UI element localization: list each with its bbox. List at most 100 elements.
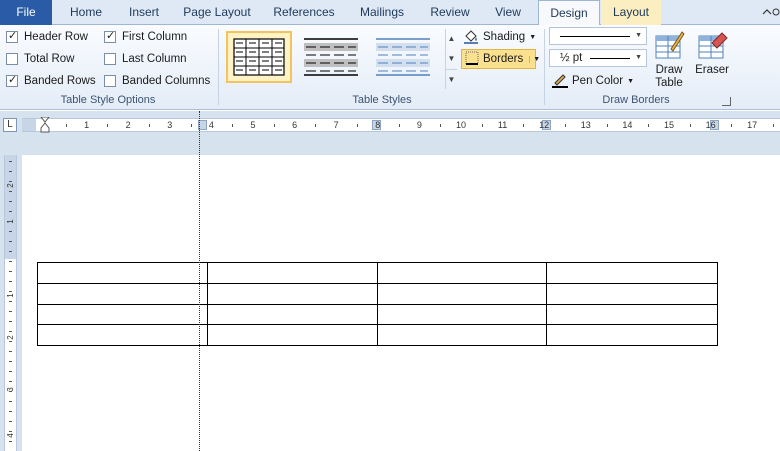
- tab-design[interactable]: Design: [538, 0, 600, 26]
- tab-review[interactable]: Review: [424, 0, 476, 25]
- table-cell[interactable]: [376, 324, 548, 346]
- chevron-down-icon: ▼: [529, 33, 537, 41]
- table-cell[interactable]: [37, 303, 208, 326]
- table-cell[interactable]: [376, 282, 548, 305]
- table-cell[interactable]: [546, 303, 718, 326]
- banded-columns-checkbox[interactable]: Banded Columns: [104, 72, 210, 90]
- vertical-ruler[interactable]: 211234: [4, 155, 17, 451]
- gallery-up-arrow-icon[interactable]: ▲: [446, 29, 457, 49]
- dialog-launcher-icon[interactable]: [722, 97, 731, 106]
- line-style-preview: [560, 35, 630, 37]
- ruler-number: 13: [580, 120, 591, 130]
- ruler-tick: [9, 251, 12, 252]
- ruler-tick: [9, 211, 12, 212]
- ruler-tick: [689, 124, 691, 127]
- table-cell[interactable]: [37, 282, 208, 305]
- line-weight-preview: [590, 57, 631, 59]
- banded-rows-checkbox[interactable]: Banded Rows: [6, 72, 96, 90]
- table-cell[interactable]: [376, 262, 548, 284]
- ruler-tick: [9, 391, 12, 392]
- ruler-tick: [9, 281, 12, 282]
- checkbox-icon: [104, 53, 116, 65]
- pen-color-button[interactable]: Pen Color ▼: [552, 71, 634, 91]
- ruler-number: 8: [375, 120, 381, 130]
- ruler-number: 1: [84, 120, 90, 130]
- table-cell[interactable]: [206, 324, 378, 346]
- tab-insert[interactable]: Insert: [118, 0, 170, 25]
- ruler-tick: [273, 124, 275, 127]
- chevron-down-icon: ▼: [635, 32, 642, 39]
- ruler-tick: [190, 124, 192, 127]
- indent-marker-icon[interactable]: [39, 116, 51, 133]
- table-cell[interactable]: [546, 324, 718, 346]
- eraser-icon: [696, 29, 728, 61]
- banded-rows-label: Banded Rows: [24, 75, 96, 87]
- ruler-tick: [9, 241, 12, 242]
- table-style-plain[interactable]: [300, 31, 366, 83]
- table-cell[interactable]: [206, 282, 378, 305]
- ribbon: Header Row Total Row Banded Rows First C…: [0, 25, 780, 110]
- table-cell[interactable]: [37, 262, 208, 284]
- tab-references[interactable]: References: [268, 0, 340, 25]
- left-margin-shade: [22, 119, 36, 131]
- ruler-tick: [9, 411, 12, 412]
- last-column-label: Last Column: [122, 53, 187, 65]
- line-weight-select[interactable]: ½ pt ▼: [549, 49, 647, 67]
- tab-home[interactable]: Home: [60, 0, 112, 25]
- eraser-label: Eraser: [695, 64, 729, 76]
- ruler-tick: [9, 271, 12, 272]
- tab-page-layout[interactable]: Page Layout: [178, 0, 256, 25]
- ruler-number: 2: [125, 120, 131, 130]
- eraser-button[interactable]: Eraser: [690, 29, 734, 91]
- ruler-tick: [9, 301, 12, 302]
- tab-view[interactable]: View: [486, 0, 530, 25]
- ruler-tick: [9, 201, 12, 202]
- chevron-down-icon[interactable]: ▼: [529, 55, 540, 63]
- ruler-tick: [9, 431, 12, 432]
- line-style-select[interactable]: ▼: [549, 27, 647, 45]
- table-row: [37, 303, 718, 326]
- last-column-checkbox[interactable]: Last Column: [104, 50, 187, 68]
- ruler-tick: [9, 221, 12, 222]
- tab-layout[interactable]: Layout: [601, 0, 661, 25]
- table-cell[interactable]: [546, 282, 718, 305]
- ruler-tick: [481, 124, 483, 127]
- total-row-checkbox[interactable]: Total Row: [6, 50, 75, 68]
- table-style-light-blue[interactable]: [372, 31, 438, 83]
- ruler-number: 11: [497, 120, 508, 130]
- table-cell[interactable]: [376, 303, 548, 326]
- chevron-down-icon: ▼: [635, 54, 642, 61]
- ruler-tick: [398, 124, 400, 127]
- table-cell[interactable]: [206, 262, 378, 284]
- gallery-down-arrow-icon[interactable]: ▼: [446, 49, 457, 69]
- shading-button[interactable]: Shading ▼: [463, 27, 536, 47]
- tab-mailings[interactable]: Mailings: [350, 0, 414, 25]
- total-row-label: Total Row: [24, 53, 75, 65]
- tab-selector-icon[interactable]: L: [3, 118, 17, 132]
- table-cell[interactable]: [206, 303, 378, 326]
- ruler-number: 9: [416, 120, 422, 130]
- ruler-tick: [9, 231, 12, 232]
- ruler-number: 17: [747, 120, 758, 130]
- ruler-number: 3: [6, 387, 15, 392]
- ruler-tick: [149, 124, 150, 127]
- horizontal-ruler[interactable]: 1 2 3 4 5 6 7 8 9 10 11 12 13 14 15 16 17: [22, 116, 780, 133]
- ruler-number: 4: [208, 120, 214, 130]
- document-table[interactable]: [37, 262, 718, 346]
- ruler-tick: [9, 321, 12, 322]
- draw-table-button[interactable]: Draw Table: [647, 29, 691, 91]
- borders-button[interactable]: Borders ▼: [461, 49, 540, 69]
- chevron-down-icon: ▼: [627, 77, 635, 85]
- header-row-checkbox[interactable]: Header Row: [6, 28, 88, 46]
- table-cell[interactable]: [37, 324, 208, 346]
- table-cell[interactable]: [546, 262, 718, 284]
- ruler-tick: [440, 124, 442, 127]
- tab-file[interactable]: File: [0, 0, 52, 25]
- ruler-tick: [565, 124, 566, 127]
- first-column-checkbox[interactable]: First Column: [104, 28, 187, 46]
- table-style-grid[interactable]: [226, 31, 292, 83]
- minimize-ribbon-icon[interactable]: [760, 4, 780, 20]
- column-drag-guide: [199, 111, 200, 451]
- gallery-more-icon[interactable]: ▼: [446, 69, 457, 89]
- pen-color-label: Pen Color: [572, 75, 624, 87]
